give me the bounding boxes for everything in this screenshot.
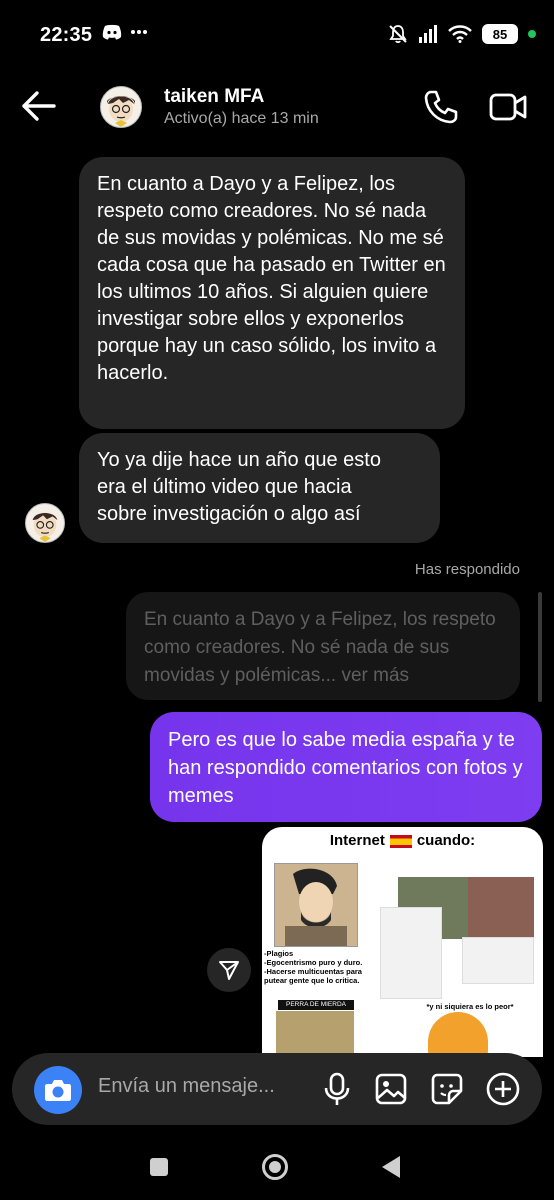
meme-cartoon-character	[428, 1012, 488, 1057]
cartoon-face-icon	[107, 96, 135, 127]
wifi-icon	[448, 25, 472, 43]
meme-tweet-screenshot	[380, 907, 442, 999]
home-icon	[269, 1161, 281, 1173]
privacy-indicator-dot	[528, 30, 536, 38]
message-text-line: era el último video que hacia	[97, 476, 352, 498]
microphone-icon	[324, 1072, 350, 1105]
phone-icon	[424, 90, 458, 124]
reply-quote-bubble[interactable]: En cuanto a Dayo y a Felipez, los respet…	[126, 592, 520, 700]
signal-icon	[419, 25, 437, 43]
meme-image-message[interactable]: Internet cuando: -Plagios -Egocentrismo p…	[262, 827, 543, 1057]
reply-quote-text: En cuanto a Dayo y a Felipez, los respet…	[144, 609, 496, 686]
more-options-button[interactable]	[486, 1072, 520, 1106]
discord-icon	[102, 24, 122, 40]
meme-title: Internet cuando:	[262, 832, 543, 849]
chat-header: taiken MFA Activo(a) hace 13 min	[0, 76, 554, 138]
message-text: Pero es que lo sabe media españa y te ha…	[168, 729, 523, 807]
meme-tweet-screenshot	[462, 937, 534, 984]
incoming-message-bubble[interactable]: Yo ya dije hace un año que esto era el ú…	[79, 433, 440, 543]
meme-title-right: cuando:	[416, 832, 476, 849]
meme-group-photo	[276, 1011, 354, 1057]
plus-circle-icon	[486, 1072, 520, 1106]
incoming-message-bubble[interactable]: En cuanto a Dayo y a Felipez, los respet…	[79, 157, 465, 429]
meme-streamer-photo	[468, 877, 534, 939]
send-paper-plane-icon	[219, 961, 239, 980]
cartoon-face-icon	[32, 512, 58, 542]
status-time: 22:35	[40, 24, 93, 46]
message-text-line: Yo ya dije hace un año que esto	[97, 449, 381, 471]
sender-avatar[interactable]	[25, 503, 65, 543]
message-text: En cuanto a Dayo y a Felipez, los respet…	[97, 173, 446, 384]
reply-indicator-bar	[538, 592, 542, 702]
contact-activity-status: Activo(a) hace 13 min	[164, 110, 319, 127]
battery-indicator: 85	[482, 24, 518, 44]
contact-avatar[interactable]	[100, 86, 142, 128]
image-icon	[375, 1073, 407, 1105]
gallery-button[interactable]	[374, 1072, 408, 1106]
camera-icon	[45, 1080, 71, 1101]
voice-message-button[interactable]	[320, 1072, 354, 1106]
message-text-line: sobre investigación o algo así	[97, 503, 361, 525]
status-bar: 22:35 85	[0, 0, 554, 72]
video-call-button[interactable]	[488, 88, 528, 126]
meme-label: PERRA DE MIERDA	[278, 1000, 354, 1010]
contact-name[interactable]: taiken MFA	[164, 86, 264, 108]
more-dots-icon	[131, 30, 147, 34]
system-back-button[interactable]	[382, 1156, 400, 1178]
home-button[interactable]	[262, 1154, 288, 1180]
system-navigation-bar	[0, 1130, 554, 1200]
replied-label: Has respondido	[414, 561, 520, 578]
meme-title-left: Internet	[329, 832, 385, 849]
meme-cartoon-portrait	[274, 863, 358, 947]
spain-flag-icon	[389, 834, 412, 848]
outgoing-message-bubble[interactable]: Pero es que lo sabe media españa y te ha…	[150, 712, 542, 822]
cartoon-man-illustration	[275, 864, 357, 946]
recents-button[interactable]	[150, 1158, 168, 1176]
status-system-icons: 85	[388, 24, 536, 44]
meme-caption: *y ni siquiera es lo peor*	[426, 1002, 514, 1011]
back-button[interactable]	[18, 89, 60, 123]
sticker-icon	[431, 1073, 463, 1105]
arrow-left-icon	[22, 91, 56, 121]
voice-call-button[interactable]	[422, 88, 460, 126]
status-notification-icons	[102, 24, 148, 40]
message-input[interactable]: Envía un mensaje...	[98, 1075, 275, 1098]
message-composer: Envía un mensaje...	[12, 1053, 542, 1125]
camera-button[interactable]	[34, 1066, 82, 1114]
sticker-button[interactable]	[430, 1072, 464, 1106]
video-camera-icon	[489, 93, 527, 121]
meme-caption: -Plagios -Egocentrismo puro y duro. -Hac…	[264, 949, 363, 985]
share-button[interactable]	[207, 948, 251, 992]
bell-muted-icon	[389, 25, 407, 44]
